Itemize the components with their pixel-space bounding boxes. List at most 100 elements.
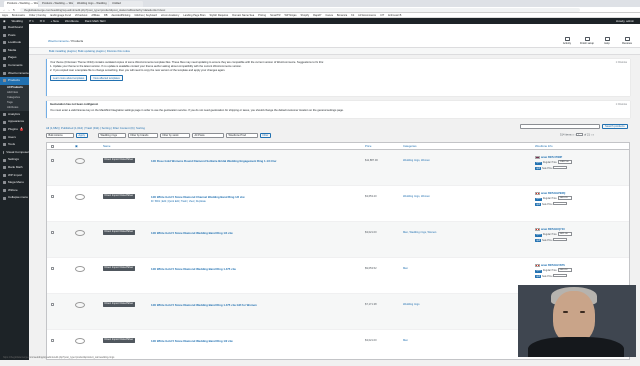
back-icon[interactable]: ‹ [2,8,6,13]
update-button[interactable]: upd [535,275,542,278]
column-name[interactable]: Name [103,143,110,150]
sale-price-input[interactable] [553,165,568,170]
select-all-checkbox[interactable] [51,145,54,148]
dismiss-notice-link[interactable]: ✕ Dismiss [615,61,627,64]
product-name-link[interactable]: 14K White Gold 5 Stone Diamond Wedding B… [151,339,233,343]
sync-button[interactable]: sync [535,161,543,165]
status-filter-links[interactable]: All (1,682) | Published (1,644) | Trash … [46,126,145,130]
sync-button[interactable]: sync [535,269,543,273]
direct-import-button[interactable]: Direct Import Nickel/Silver [103,194,135,199]
bookmark-link[interactable]: 2Checkout [75,14,87,17]
product-name-link[interactable]: 14K White Gold 5 Stone Diamond Wedding B… [151,231,233,235]
woozone-filter-select[interactable]: WooZone Prod [226,133,258,138]
reviews-button[interactable]: Reviews [617,37,637,45]
bookmark-link[interactable]: Stylish Requires [209,14,228,17]
bookmark-link[interactable]: LR Ecommerce [358,14,376,17]
row-checkbox[interactable] [51,303,54,306]
sidebar-item-appearance[interactable]: Appearance [0,118,29,126]
bookmark-link[interactable]: Domain Name Sea [232,14,254,17]
post-filter-select[interactable]: All Posts [192,133,224,138]
regular-price-input[interactable]: 11887.00 [557,160,572,164]
bookmark-link[interactable]: Order | Fundsy [29,14,46,17]
bookmark-link[interactable]: Pricing [258,14,266,17]
reload-icon[interactable]: ↻ [12,8,16,13]
breadcrumb-woocommerce[interactable]: WooCommerce [48,39,69,43]
direct-import-button[interactable]: Direct Import Nickel/Silver [103,338,135,343]
column-price[interactable]: Price [365,143,371,150]
regular-price-input[interactable]: 3021.00 [557,232,572,236]
asin-link[interactable]: amaz B07HGKQY2X [541,228,565,231]
sync-button[interactable]: sync [535,197,543,201]
bookmark-link[interactable]: decodedthinking [111,14,130,17]
direct-import-button[interactable]: Direct Import Nickel/Silver [103,266,135,271]
learn-templates-button[interactable]: Learn more about templates [50,75,88,82]
regular-price-input[interactable]: 3653.20 [557,196,572,200]
product-name-link[interactable]: 14K White Gold 5 Stone Diamond Wedding B… [151,303,257,307]
sidebar-item-visual-composer[interactable]: Visual Composer [0,149,29,157]
finish-setup-button[interactable]: Finish setup [577,37,597,45]
sidebar-item-lookbook[interactable]: Lookbook [0,39,29,47]
bookmark-link[interactable]: Apps [2,14,8,17]
help-button[interactable]: Help [597,37,617,45]
view-templates-button[interactable]: View affected templates [90,75,123,82]
apply-button[interactable]: Apply [76,133,88,138]
sale-price-input[interactable] [553,237,568,242]
sidebar-item-posts[interactable]: Posts [0,32,29,40]
current-page-input[interactable]: 1 [576,133,584,137]
row-checkbox[interactable] [51,195,54,198]
bookmark-link[interactable]: CIT [380,14,384,17]
sidebar-item-users[interactable]: Users [0,134,29,142]
search-products-button[interactable]: Search products [602,124,628,129]
bookmark-link[interactable]: Affiliate [91,14,99,17]
sidebar-item-dashboard[interactable]: Dashboard [0,24,29,32]
bookmark-link[interactable]: Rapid7 [313,14,321,17]
row-checkbox[interactable] [51,159,54,162]
product-name-link[interactable]: 14K White Gold 5 Stone Diamond Channel W… [151,195,245,199]
stock-filter-select[interactable]: Filter by stock [160,133,190,138]
sidebar-item-wzone[interactable]: WZone [0,187,29,195]
bookmark-link[interactable]: Enfmusic B [388,14,401,17]
category-filter-select[interactable]: Wedding rings [98,133,126,138]
sidebar-item-analytics[interactable]: Analytics [0,111,29,119]
update-button[interactable]: upd [535,203,542,206]
sidebar-item-wp-import[interactable]: WP Import [0,172,29,180]
sync-button[interactable]: sync [535,233,543,237]
direct-import-button[interactable]: Direct Import Nickel/Silver [103,302,135,307]
product-name-link[interactable]: 14K Rose Gold Womens Round Diamond Solit… [151,159,276,163]
last-page-button[interactable]: » [592,133,594,136]
row-checkbox[interactable] [51,231,54,234]
bookmark-link[interactable]: DB [104,14,108,17]
activity-button[interactable]: Activity [557,37,577,45]
product-name-link[interactable]: 14K White Gold 5 Stone Diamond Wedding B… [151,267,236,271]
product-categories[interactable]: Wedding rings, Women [403,159,430,162]
sidebar-item-media[interactable]: Media [0,47,29,55]
sidebar-item-plugins[interactable]: Plugins 9 [0,126,29,134]
bookmark-link[interactable]: Landing Page Bran [183,14,205,17]
regular-price-input[interactable]: 9053.52 [557,268,572,272]
url-field[interactable]: theglobalemerge.com/wedding/wp-admin/edi… [20,7,580,13]
dismiss-notice-link[interactable]: ✕ Dismiss [615,103,627,106]
product-categories[interactable]: Wedding rings, Women [403,195,430,198]
brand-filter-select[interactable]: Filter by brands [128,133,158,138]
bookmark-link[interactable]: Bookmarks [12,14,25,17]
asin-link[interactable]: amaz B07HGGVN7S [541,264,565,267]
sale-price-input[interactable] [553,273,568,278]
sidebar-item-mega-menu[interactable]: Mega Menu [0,179,29,187]
asin-link[interactable]: amaz B07H1T9NP [541,156,562,159]
product-categories[interactable]: Men [403,267,408,270]
bookmark-link[interactable]: SmartTR [270,14,280,17]
asin-link[interactable]: amaz B07HGGPERQ [541,192,565,195]
bookmark-link[interactable]: Canva [325,14,333,17]
bookmark-link[interactable]: Glitches | Keyboard [134,14,157,17]
submenu-item[interactable]: Attributes [0,105,29,110]
sidebar-item-settings[interactable]: Settings [0,156,29,164]
bookmark-link[interactable]: eCom Academy [161,14,179,17]
sidebar-item-rank-math[interactable]: Rank Math [0,164,29,172]
sidebar-item-comments[interactable]: Comments [0,62,29,70]
sidebar-item-collapse[interactable]: Collapse menu [0,194,29,202]
direct-import-button[interactable]: Direct Import Nickel/Silver [103,230,135,235]
sidebar-item-tools[interactable]: Tools [0,141,29,149]
search-input[interactable] [520,124,600,129]
row-actions[interactable]: ID: 5901 | Edit | Quick Edit | Trash | V… [151,200,206,203]
sale-price-input[interactable] [553,201,568,206]
